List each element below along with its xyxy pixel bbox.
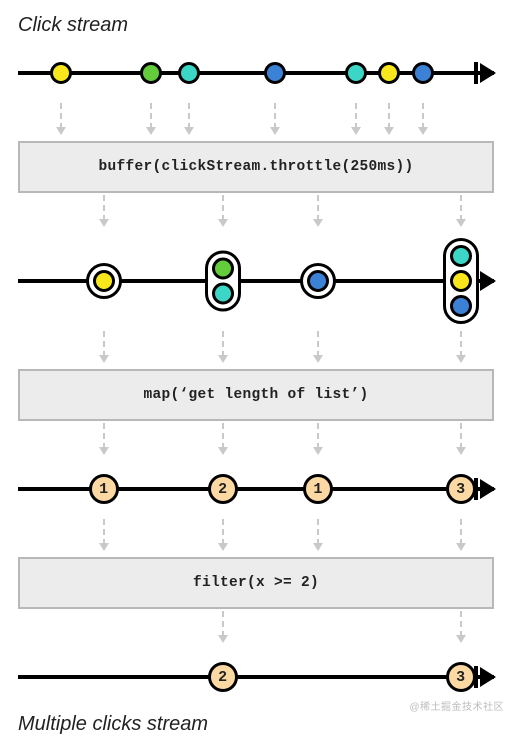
arrowhead-icon: [480, 271, 496, 291]
filtered-stream: 23: [18, 649, 494, 705]
flow-arrow-icon: [351, 103, 361, 139]
flow-arrow-icon: [99, 195, 109, 231]
title-bottom: Multiple clicks stream: [18, 713, 494, 736]
marble-yellow: [378, 62, 400, 84]
flow-row: [18, 609, 494, 649]
value-marble: 2: [208, 662, 238, 692]
flow-arrow-icon: [218, 331, 228, 367]
value-marble: 1: [89, 474, 119, 504]
marble-teal: [178, 62, 200, 84]
buffer-group: [300, 263, 336, 299]
buffer-group: [205, 251, 241, 312]
flow-arrow-icon: [218, 611, 228, 647]
flow-row: [18, 329, 494, 369]
flow-arrow-icon: [146, 103, 156, 139]
mapped-stream: 1 2 1 3: [18, 461, 494, 517]
marble-green: [212, 258, 234, 280]
arrowhead-icon: [480, 667, 496, 687]
marble-teal: [212, 283, 234, 305]
marble-green: [140, 62, 162, 84]
marble-blue: [307, 270, 329, 292]
operator-buffer: buffer(clickStream.throttle(250ms)): [18, 141, 494, 193]
flow-arrow-icon: [218, 195, 228, 231]
flow-arrow-icon: [418, 103, 428, 139]
flow-arrow-icon: [313, 331, 323, 367]
marble-blue: [412, 62, 434, 84]
flow-arrow-icon: [99, 519, 109, 555]
flow-arrow-icon: [456, 519, 466, 555]
flow-arrow-icon: [218, 519, 228, 555]
flow-arrow-icon: [384, 103, 394, 139]
value-marble: 1: [303, 474, 333, 504]
timeline: [18, 675, 494, 679]
operator-map: map(‘get length of list’): [18, 369, 494, 421]
arrowhead-icon: [480, 63, 496, 83]
flow-arrow-icon: [184, 103, 194, 139]
flow-arrow-icon: [99, 331, 109, 367]
buffered-stream: [18, 233, 494, 329]
flow-arrow-icon: [456, 331, 466, 367]
flow-row: [18, 193, 494, 233]
flow-row: [18, 517, 494, 557]
operator-filter: filter(x >= 2): [18, 557, 494, 609]
flow-arrow-icon: [456, 195, 466, 231]
marble-blue: [450, 295, 472, 317]
flow-arrow-icon: [456, 611, 466, 647]
watermark: @稀土掘金技术社区: [409, 698, 504, 713]
marble-teal: [345, 62, 367, 84]
flow-arrow-icon: [270, 103, 280, 139]
arrowhead-icon: [480, 479, 496, 499]
flow-arrow-icon: [313, 519, 323, 555]
flow-arrow-icon: [99, 423, 109, 459]
flow-row: [18, 421, 494, 461]
flow-arrow-icon: [456, 423, 466, 459]
marble-teal: [450, 245, 472, 267]
input-stream: [18, 45, 494, 101]
flow-arrow-icon: [313, 423, 323, 459]
timeline-end-tick: [474, 62, 478, 84]
title-top: Click stream: [18, 14, 494, 37]
buffer-group: [443, 238, 479, 324]
marble-blue: [264, 62, 286, 84]
marble-yellow: [450, 270, 472, 292]
flow-arrow-icon: [218, 423, 228, 459]
flow-arrow-icon: [56, 103, 66, 139]
value-marble: 3: [446, 662, 476, 692]
marble-yellow: [93, 270, 115, 292]
flow-arrow-icon: [313, 195, 323, 231]
value-marble: 2: [208, 474, 238, 504]
flow-row: [18, 101, 494, 141]
marble-yellow: [50, 62, 72, 84]
value-marble: 3: [446, 474, 476, 504]
buffer-group: [86, 263, 122, 299]
